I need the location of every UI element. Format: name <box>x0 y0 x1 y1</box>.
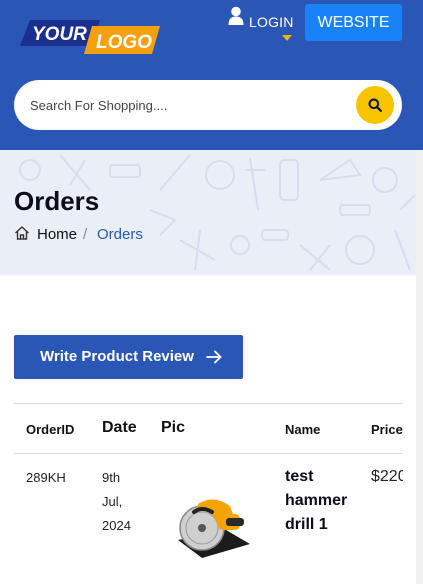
site-header: YOUR LOGO LOGIN WEBSITE <box>0 0 423 150</box>
scrollbar-track[interactable] <box>416 150 423 584</box>
logo-word-2: LOGO <box>96 32 152 53</box>
page-title: Orders <box>14 186 100 216</box>
search-input[interactable] <box>30 95 350 115</box>
arrow-right-icon <box>206 350 222 364</box>
search-button[interactable] <box>356 86 394 124</box>
breadcrumb-separator: / <box>83 226 88 243</box>
table-header-divider <box>14 453 403 454</box>
order-id-cell: 289KH <box>26 470 66 485</box>
breadcrumb-home-link[interactable]: Home <box>37 226 77 243</box>
table-top-divider <box>14 403 403 404</box>
website-button[interactable]: WEBSITE <box>305 4 402 41</box>
column-header-date: Date <box>102 419 137 436</box>
home-icon <box>15 226 29 240</box>
login-menu[interactable]: LOGIN <box>228 6 294 46</box>
search-icon <box>368 98 382 112</box>
product-image-circular-saw[interactable] <box>172 496 254 562</box>
column-header-name: Name <box>285 422 321 437</box>
site-logo[interactable]: YOUR LOGO <box>20 18 160 56</box>
search-bar <box>14 80 402 130</box>
orders-table: OrderID Date Pic Name Price 289KH 9th Ju… <box>14 403 403 584</box>
logo-word-1: YOUR <box>32 24 87 45</box>
write-review-button[interactable]: Write Product Review <box>14 335 243 379</box>
date-line: Jul, <box>102 494 123 509</box>
price-cell: $220 <box>371 468 403 485</box>
date-line: 9th <box>102 470 121 485</box>
product-name-line: drill 1 <box>285 516 328 533</box>
breadcrumb-current: Orders <box>97 226 143 243</box>
product-name-line: hammer <box>285 492 348 509</box>
login-label: LOGIN <box>249 14 294 30</box>
product-name-line: test <box>285 468 314 485</box>
column-header-order-id: OrderID <box>26 422 75 437</box>
column-header-price: Price <box>371 422 403 437</box>
chevron-down-icon <box>282 35 292 41</box>
user-icon <box>228 6 244 25</box>
page-banner: Orders Home / Orders <box>0 150 416 275</box>
date-line: 2024 <box>102 518 131 533</box>
column-header-pic: Pic <box>161 419 186 436</box>
write-review-label: Write Product Review <box>40 348 194 365</box>
